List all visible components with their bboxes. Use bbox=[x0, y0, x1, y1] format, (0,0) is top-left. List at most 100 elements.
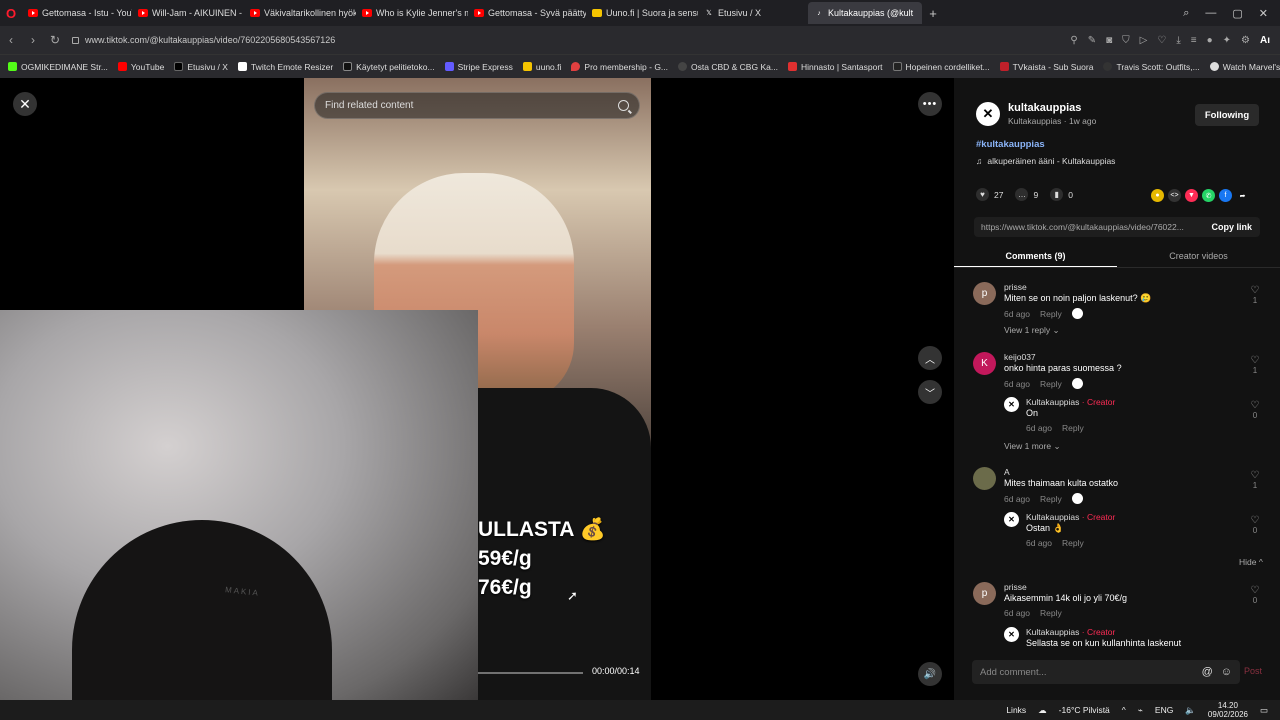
bookmark-item[interactable]: Pro membership - G... bbox=[571, 62, 668, 72]
heart-icon[interactable]: ♡ bbox=[1157, 35, 1166, 46]
reply-username[interactable]: Kultakauppias · Creator bbox=[1026, 397, 1115, 407]
previous-video-button[interactable]: ︿ bbox=[918, 346, 942, 370]
minimize-icon[interactable]: — bbox=[1205, 7, 1216, 20]
reply-button[interactable]: Reply bbox=[1062, 538, 1084, 548]
bookmark-item[interactable]: Twitch Emote Resizer bbox=[237, 62, 333, 72]
play-icon[interactable]: ▷ bbox=[1140, 35, 1148, 46]
bookmark-item[interactable]: Watch Marvel's Luk... bbox=[1209, 62, 1280, 72]
avatar[interactable]: p bbox=[973, 582, 996, 605]
creator-avatar[interactable]: ✕ bbox=[1004, 627, 1019, 642]
settings-icon[interactable]: ⚙ bbox=[1241, 35, 1250, 46]
bookmark-item[interactable]: uuno.fi bbox=[522, 62, 561, 72]
browser-tab[interactable]: 𝕏 Etusivu / X bbox=[698, 2, 808, 24]
bookmark-item[interactable]: Travis Scott: Outfits,... bbox=[1103, 62, 1200, 72]
comment-input[interactable]: Add comment... @ ☺ bbox=[972, 660, 1240, 684]
close-video-button[interactable]: ✕ bbox=[13, 92, 37, 116]
tray-expand-icon[interactable]: ^ bbox=[1122, 705, 1126, 715]
bookmark-item[interactable]: Käytetyt pelitietoko... bbox=[343, 62, 435, 72]
view-more-replies-link[interactable]: View 1 more ⌄ bbox=[1004, 441, 1061, 452]
comment-like[interactable]: ♡ 0 bbox=[1249, 585, 1261, 605]
download-icon[interactable]: ⤓ bbox=[1176, 35, 1180, 46]
music-link[interactable]: ♫ alkuperäinen ääni - Kultakauppias bbox=[976, 156, 1115, 166]
opera-menu-icon[interactable]: O bbox=[0, 0, 22, 26]
extension-icon[interactable]: ✦ bbox=[1223, 35, 1231, 46]
edit-icon[interactable]: ✎ bbox=[1088, 35, 1096, 46]
bookmark-item[interactable]: YouTube bbox=[117, 62, 164, 72]
avatar[interactable] bbox=[973, 467, 996, 490]
bookmark-item[interactable]: TVkaista - Sub Suora bbox=[999, 62, 1093, 72]
search-tabs-icon[interactable]: ⌕ bbox=[1183, 7, 1189, 20]
network-icon[interactable]: ⌁ bbox=[1138, 705, 1143, 716]
post-button[interactable]: Post bbox=[1244, 666, 1262, 676]
bookmark-item[interactable]: Osta CBD & CBG Ka... bbox=[678, 62, 778, 72]
whatsapp-icon[interactable]: ✆ bbox=[1202, 189, 1215, 202]
back-icon[interactable]: ‹ bbox=[0, 33, 22, 47]
close-window-icon[interactable]: ✕ bbox=[1259, 7, 1268, 20]
browser-tab[interactable]: Väkivaltarikollinen hyökkä bbox=[244, 2, 356, 24]
reply-like[interactable]: ♡ 0 bbox=[1249, 515, 1261, 535]
volume-button[interactable]: 🔊 bbox=[918, 662, 942, 686]
comment-button[interactable]: … 9 bbox=[1015, 188, 1038, 201]
browser-tab[interactable]: Gettomasa - Istu - YouTub bbox=[22, 2, 132, 24]
related-content-search[interactable]: Find related content bbox=[314, 92, 640, 119]
hide-replies-link[interactable]: Hide ^ bbox=[1239, 557, 1263, 567]
comment-username[interactable]: keijo037 bbox=[1004, 352, 1036, 362]
browser-tab[interactable]: Uuno.fi | Suora ja sensuro bbox=[586, 2, 698, 24]
browser-tab[interactable]: Gettomasa - Syvä päätty ( bbox=[468, 2, 586, 24]
emoji-icon[interactable]: ☺ bbox=[1221, 666, 1232, 678]
tab-comments[interactable]: Comments (9) bbox=[954, 246, 1117, 267]
browser-tab-active[interactable]: ♪ Kultakauppias (@kult bbox=[808, 2, 922, 24]
copy-link-button[interactable]: Copy link bbox=[1211, 222, 1260, 232]
new-tab-button[interactable]: + bbox=[922, 6, 944, 21]
facebook-icon[interactable]: f bbox=[1219, 189, 1232, 202]
embed-icon[interactable]: <> bbox=[1168, 189, 1181, 202]
author-avatar[interactable]: ✕ bbox=[976, 102, 1000, 126]
camera-icon[interactable]: ◙ bbox=[1106, 35, 1112, 46]
links-toolbar[interactable]: Links bbox=[1006, 705, 1026, 715]
reload-icon[interactable]: ↻ bbox=[44, 33, 66, 47]
more-options-button[interactable]: ••• bbox=[918, 92, 942, 116]
bookmark-item[interactable]: Hopeinen cordelliket... bbox=[892, 62, 990, 72]
reply-like[interactable]: ♡ 0 bbox=[1249, 400, 1261, 420]
forward-icon[interactable]: › bbox=[22, 33, 44, 47]
language-indicator[interactable]: ENG bbox=[1155, 705, 1173, 715]
notifications-icon[interactable]: ▭ bbox=[1260, 705, 1268, 716]
view-replies-link[interactable]: View 1 reply ⌄ bbox=[1004, 325, 1060, 336]
profile-icon[interactable]: ● bbox=[1207, 35, 1213, 46]
reply-button[interactable]: Reply bbox=[1040, 608, 1062, 618]
reply-button[interactable]: Reply bbox=[1040, 379, 1062, 389]
avatar[interactable]: p bbox=[973, 282, 996, 305]
bookmark-item[interactable]: Stripe Express bbox=[444, 62, 513, 72]
reply-button[interactable]: Reply bbox=[1062, 423, 1084, 433]
video-progress-bar[interactable] bbox=[478, 672, 583, 674]
comment-username[interactable]: A bbox=[1004, 467, 1010, 477]
bookmark-item[interactable]: Hinnasto | Santasport bbox=[787, 62, 883, 72]
bookmark-item[interactable]: Etusivu / X bbox=[174, 62, 228, 72]
comment-username[interactable]: prisse bbox=[1004, 582, 1027, 592]
menu-icon[interactable]: ≡ bbox=[1191, 35, 1197, 46]
like-button[interactable]: ♥ 27 bbox=[976, 188, 1003, 201]
bookmark-item[interactable]: OGMIKEDIMANE Str... bbox=[8, 62, 108, 72]
share-arrow-icon[interactable]: ➦ bbox=[1236, 189, 1249, 202]
mention-icon[interactable]: @ bbox=[1202, 666, 1213, 678]
comment-like[interactable]: ♡ 1 bbox=[1249, 470, 1261, 490]
lens-icon[interactable]: ⚲ bbox=[1070, 35, 1077, 46]
url-field[interactable]: www.tiktok.com/@kultakauppias/video/7602… bbox=[72, 35, 335, 45]
ai-icon[interactable]: Aı bbox=[1260, 35, 1270, 46]
tab-creator-videos[interactable]: Creator videos bbox=[1117, 246, 1280, 267]
weather-text[interactable]: -16°C Pilvistä bbox=[1059, 705, 1110, 715]
reply-username[interactable]: Kultakauppias · Creator bbox=[1026, 627, 1115, 637]
coin-icon[interactable]: ● bbox=[1151, 189, 1164, 202]
comment-like[interactable]: ♡ 1 bbox=[1249, 355, 1261, 375]
comment-username[interactable]: prisse bbox=[1004, 282, 1027, 292]
repost-icon[interactable]: ▼ bbox=[1185, 189, 1198, 202]
creator-avatar[interactable]: ✕ bbox=[1004, 512, 1019, 527]
hashtag-link[interactable]: #kultakauppias bbox=[976, 139, 1045, 150]
comment-like[interactable]: ♡ 1 bbox=[1249, 285, 1261, 305]
browser-tab[interactable]: Will-Jam - AIKUINEN - Yo bbox=[132, 2, 244, 24]
maximize-icon[interactable]: ▢ bbox=[1232, 7, 1242, 20]
author-name[interactable]: kultakauppias bbox=[1008, 102, 1096, 114]
avatar[interactable]: K bbox=[973, 352, 996, 375]
following-button[interactable]: Following bbox=[1195, 104, 1259, 126]
reply-username[interactable]: Kultakauppias · Creator bbox=[1026, 512, 1115, 522]
